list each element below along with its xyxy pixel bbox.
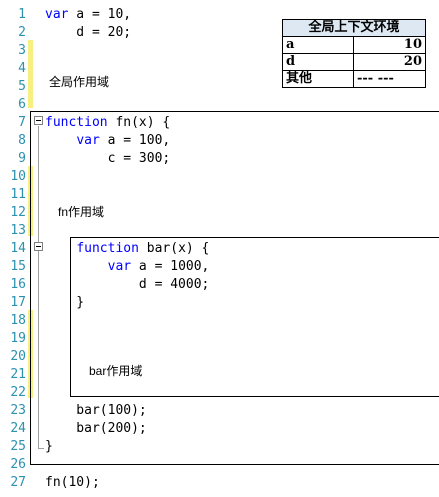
code-line: d = 20; — [45, 24, 131, 42]
context-key: 其他 — [282, 70, 354, 88]
code-editor[interactable]: 全局作用域 fn作用域 bar作用域 1 2 3 4 5 6 7 8 9 10 11 12 13 14 15… — [0, 0, 439, 497]
global-scope-label: 全局作用域 — [49, 75, 110, 89]
line-number: 3 — [18, 43, 26, 58]
line-number: 24 — [10, 421, 26, 436]
line-number: 12 — [10, 205, 26, 220]
code-token: d = 20; — [45, 25, 132, 40]
line-number: 21 — [10, 367, 26, 382]
context-key: d — [282, 53, 354, 71]
line-number: 26 — [10, 457, 26, 472]
line-number: 11 — [10, 187, 26, 202]
code-line: } — [45, 294, 84, 312]
code-line: bar(100); — [45, 402, 147, 420]
code-token: a = 100, — [99, 133, 171, 148]
line-number: 20 — [10, 349, 26, 364]
context-value: 10 — [353, 36, 426, 54]
code-token: } — [45, 439, 53, 454]
table-row: d 20 — [282, 53, 426, 71]
code-line: c = 300; — [45, 150, 171, 168]
code-line: d = 4000; — [45, 276, 209, 294]
table-row: a 10 — [282, 36, 426, 54]
keyword-token: function — [45, 115, 108, 130]
fn-scope-label: fn作用域 — [58, 205, 105, 219]
keyword-token: function — [76, 241, 139, 256]
line-number: 18 — [10, 313, 26, 328]
line-number: 2 — [18, 25, 26, 40]
keyword-token: var — [76, 133, 100, 148]
line-number: 17 — [10, 295, 26, 310]
line-number: 27 — [10, 475, 26, 490]
code-token: bar(100); — [45, 403, 147, 418]
code-token: a = 10, — [68, 7, 132, 22]
line-number: 19 — [10, 331, 26, 346]
line-number: 7 — [18, 115, 26, 130]
line-number: 16 — [10, 277, 26, 292]
line-number: 22 — [10, 385, 26, 400]
code-line: function bar(x) { — [45, 240, 209, 258]
line-number: 6 — [18, 97, 26, 112]
line-number: 10 — [10, 169, 26, 184]
line-number: 15 — [10, 259, 26, 274]
code-line: bar(200); — [45, 420, 147, 438]
context-key: a — [282, 36, 354, 54]
line-number: 5 — [18, 79, 26, 94]
keyword-token: var — [45, 7, 69, 22]
context-table-title: 全局上下文环境 — [282, 19, 426, 37]
change-bar — [28, 40, 33, 108]
line-number: 25 — [10, 439, 26, 454]
code-line: var a = 1000, — [45, 258, 210, 276]
keyword-token: var — [107, 259, 132, 274]
bar-scope-label: bar作用域 — [89, 364, 143, 378]
line-number: 14 — [10, 241, 26, 256]
code-token: } — [45, 295, 85, 310]
code-line: function fn(x) { — [45, 114, 170, 132]
context-value: --- --- — [353, 70, 426, 88]
code-token: c = 300; — [45, 151, 171, 166]
code-token: d = 4000; — [45, 277, 210, 292]
table-row: 其他 --- --- — [282, 70, 426, 88]
code-line: } — [45, 438, 53, 456]
code-line: fn(10); — [45, 474, 100, 492]
global-context-table: 全局上下文环境 a 10 d 20 其他 --- --- — [282, 19, 426, 88]
code-token: a = 1000, — [131, 259, 210, 274]
code-token: bar(x) { — [138, 241, 210, 256]
code-token: fn(10); — [45, 475, 100, 490]
line-number: 4 — [18, 61, 26, 76]
code-line: var a = 100, — [45, 132, 170, 150]
code-token: bar(200); — [45, 421, 147, 436]
line-number: 8 — [18, 133, 26, 148]
code-line: var a = 10, — [45, 6, 131, 24]
line-number: 1 — [18, 7, 26, 22]
code-token: fn(x) { — [107, 115, 171, 130]
line-number: 23 — [10, 403, 26, 418]
line-number: 9 — [18, 151, 26, 166]
line-number: 13 — [10, 223, 26, 238]
context-value: 20 — [353, 53, 426, 71]
